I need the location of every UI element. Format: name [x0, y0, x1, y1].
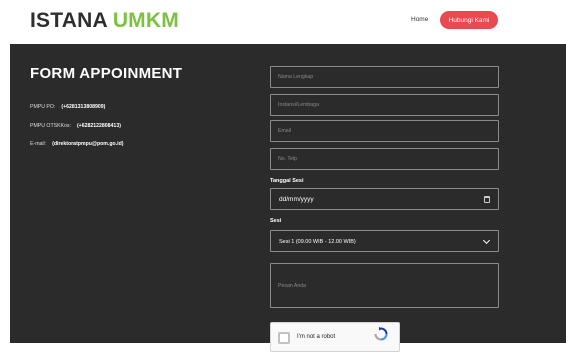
- contact-info-email: E-mail: (direktoratpmpu@pom.go.id): [30, 141, 123, 147]
- contact-info-otskkos: PMPU OTSKKos: (+6282122808413): [30, 123, 121, 129]
- calendar-icon[interactable]: [484, 196, 490, 203]
- brand-word-umkm: UMKM: [112, 9, 179, 32]
- contact-label: PMPU PO:: [30, 104, 56, 110]
- email-input[interactable]: Email: [270, 120, 499, 142]
- brand-logo[interactable]: ISTANA UMKM: [30, 9, 179, 33]
- institution-placeholder: Instansi/Lembaga: [278, 102, 319, 108]
- navbar: ISTANA UMKM Home Hubungi Kami: [0, 0, 566, 43]
- appointment-section: FORM APPOINMENT PMPU PO: (+6281313808909)…: [10, 44, 566, 352]
- contact-value: (+6282122808413): [76, 123, 121, 129]
- page-title: FORM APPOINMENT: [30, 65, 183, 82]
- name-input[interactable]: Nama Lengkap: [270, 66, 499, 88]
- contact-button[interactable]: Hubungi Kami: [440, 11, 498, 29]
- date-value: dd/mm/yyyy: [279, 196, 314, 203]
- contact-value: (direktoratpmpu@pom.go.id): [52, 141, 124, 147]
- recaptcha-widget: I'm not a robot: [270, 322, 400, 352]
- message-textarea[interactable]: Pesan Anda: [270, 263, 499, 308]
- contact-label: E-mail:: [30, 141, 47, 147]
- session-select[interactable]: Sesi 1 (09.00 WIB - 12.00 WIB): [270, 230, 499, 252]
- phone-placeholder: No. Telp: [278, 156, 297, 162]
- contact-value: (+6281313808909): [61, 104, 106, 110]
- institution-input[interactable]: Instansi/Lembaga: [270, 94, 499, 116]
- recaptcha-logo-icon: [374, 327, 388, 341]
- contact-label: PMPU OTSKKos:: [30, 123, 71, 129]
- chevron-down-icon: [482, 236, 491, 245]
- phone-input[interactable]: No. Telp: [270, 148, 499, 170]
- session-value: Sesi 1 (09.00 WIB - 12.00 WIB): [279, 239, 356, 245]
- session-label: Sesi: [270, 218, 282, 224]
- message-placeholder: Pesan Anda: [278, 283, 306, 289]
- date-input[interactable]: dd/mm/yyyy: [270, 188, 499, 210]
- email-placeholder: Email: [278, 128, 291, 134]
- name-placeholder: Nama Lengkap: [278, 74, 314, 80]
- nav-home-link[interactable]: Home: [411, 16, 428, 23]
- brand-word-istana: ISTANA: [30, 9, 108, 32]
- contact-info-po: PMPU PO: (+6281313808909): [30, 104, 105, 110]
- date-label: Tanggal Sesi: [270, 178, 304, 184]
- recaptcha-checkbox[interactable]: [278, 332, 290, 344]
- recaptcha-label: I'm not a robot: [297, 334, 336, 340]
